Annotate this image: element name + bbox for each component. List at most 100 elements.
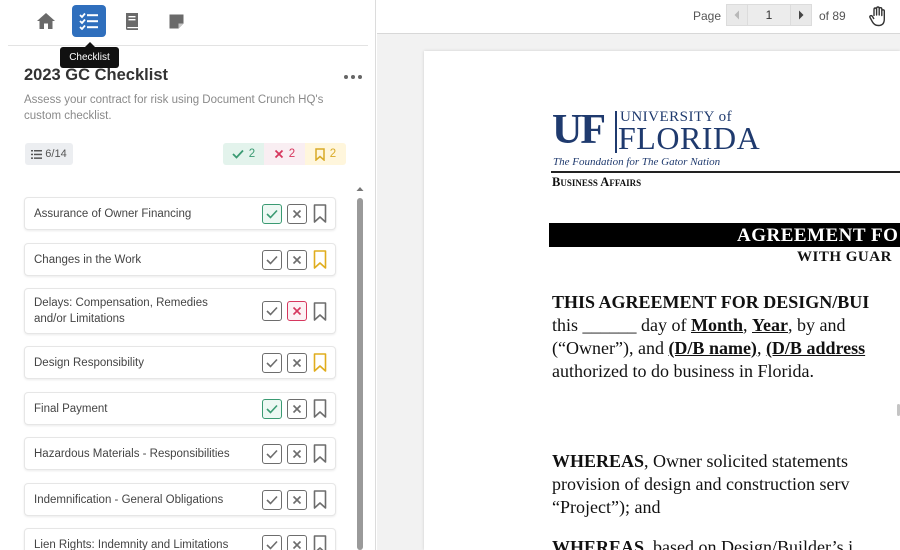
check-icon [266,495,278,505]
logo-florida: FLORIDA [618,120,761,156]
risk-count-badge[interactable]: 2 [264,143,305,165]
checklist-item-label: Hazardous Materials - Responsibilities [34,447,230,460]
page-label: Page [693,9,722,23]
scroll-up-arrow-icon[interactable] [355,184,365,194]
divider [8,45,368,46]
book-icon [126,12,138,30]
check-icon [266,255,278,265]
home-button[interactable] [29,5,63,37]
cross-icon [274,149,283,159]
mark-ok-button[interactable] [262,398,282,419]
bookmark-button[interactable] [312,398,328,420]
document-viewer: Page 1 of 89 UF UNIVERSITY of FLORIDA Th… [377,0,900,550]
cross-icon [292,358,302,367]
mark-risk-button[interactable] [287,443,307,464]
bookmark-button[interactable] [312,300,328,322]
ok-count-badge[interactable]: 2 [223,143,264,165]
mark-ok-button[interactable] [262,352,282,373]
checklist-item[interactable]: Delays: Compensation, Remedies and/or Li… [24,288,336,334]
mark-ok-button[interactable] [262,203,282,224]
mark-risk-button[interactable] [287,352,307,373]
next-page-button[interactable] [790,4,812,26]
mark-risk-button[interactable] [287,249,307,270]
logo-divider [615,111,617,153]
risk-count: 2 [288,148,296,160]
cross-icon [292,495,302,504]
chevron-right-icon [799,10,804,20]
progress-count[interactable]: 6/14 [25,143,73,165]
checklist-item[interactable]: Hazardous Materials - Responsibilities [24,437,336,470]
cross-icon [292,540,302,549]
mark-risk-button[interactable] [287,489,307,510]
bookmark-icon [313,490,327,509]
note-icon [169,14,183,28]
more-options-button[interactable] [342,70,364,84]
flag-count: 2 [329,148,337,160]
mark-ok-button[interactable] [262,489,282,510]
checklist-item[interactable]: Design Responsibility [24,346,336,379]
bookmark-icon [313,353,327,372]
mark-ok-button[interactable] [262,534,282,550]
checklist-item-label: Design Responsibility [34,356,144,369]
bookmark-button[interactable] [312,534,328,550]
checklist-item[interactable]: Lien Rights: Indemnity and Limitations [24,528,336,550]
checklist-item-label: Lien Rights: Indemnity and Limitations [34,538,229,550]
bookmark-button[interactable] [312,352,328,374]
mark-risk-button[interactable] [287,203,307,224]
mark-ok-button[interactable] [262,249,282,270]
bookmark-icon [313,204,327,223]
bookmark-button[interactable] [312,249,328,271]
mark-risk-button[interactable] [287,398,307,419]
cross-icon [292,306,302,316]
logo-uf: UF [552,107,606,153]
department-label: Business Affairs [552,175,642,189]
check-icon [266,209,278,219]
checklist-button[interactable] [72,5,106,37]
progress-count-text: 6/14 [45,148,67,160]
page-total: of 89 [819,9,846,23]
chevron-left-icon [734,10,739,20]
check-icon [232,149,244,159]
bookmark-button[interactable] [312,489,328,511]
scrollbar-thumb[interactable] [357,198,363,550]
book-button[interactable] [115,5,149,37]
hand-icon [869,5,885,26]
bookmark-icon [315,147,325,161]
checklist-item[interactable]: Final Payment [24,392,336,425]
doc-line: WHEREAS, Owner solicited statements [552,451,848,471]
list-icon [31,149,43,159]
bookmark-button[interactable] [312,443,328,465]
note-button[interactable] [159,5,193,37]
cross-icon [292,255,302,264]
logo-tagline: The Foundation for The Gator Nation [553,156,721,168]
agreement-subtitle: WITH GUAR [797,249,892,265]
page-number-input[interactable]: 1 [748,4,790,26]
checklist-item[interactable]: Assurance of Owner Financing [24,197,336,230]
mark-ok-button[interactable] [262,443,282,464]
mark-ok-button[interactable] [262,301,282,321]
doc-line: WHEREAS, based on Design/Builder’s i [552,537,854,550]
mark-risk-button[interactable] [287,534,307,550]
agreement-title: AGREEMENT FO [737,225,899,246]
doc-line: (“Owner”), and (D/B name), (D/B address [552,338,866,358]
bookmark-button[interactable] [312,203,328,225]
check-icon [266,404,278,414]
flag-count-badge[interactable]: 2 [305,143,346,165]
bookmark-icon [313,399,327,418]
pan-tool-button[interactable] [865,4,891,28]
bookmark-icon [313,444,327,463]
viewer-toolbar: Page 1 of 89 [377,0,900,34]
bookmark-icon [313,250,327,269]
doc-line: provision of design and construction ser… [552,474,850,494]
checklist-panel: Checklist 2023 GC Checklist Assess your … [0,0,376,550]
doc-line: authorized to do business in Florida. [552,361,814,381]
home-icon [37,13,55,29]
doc-line: this ______ day of Month, Year, by and [552,315,846,335]
checklist-item[interactable]: Indemnification - General Obligations [24,483,336,516]
checklist-item[interactable]: Changes in the Work [24,243,336,276]
mark-risk-button[interactable] [287,301,307,321]
ok-count: 2 [248,148,256,160]
previous-page-button[interactable] [726,4,748,26]
checklist-item-label: Changes in the Work [34,253,142,266]
checklist-item-label: Assurance of Owner Financing [34,207,192,220]
